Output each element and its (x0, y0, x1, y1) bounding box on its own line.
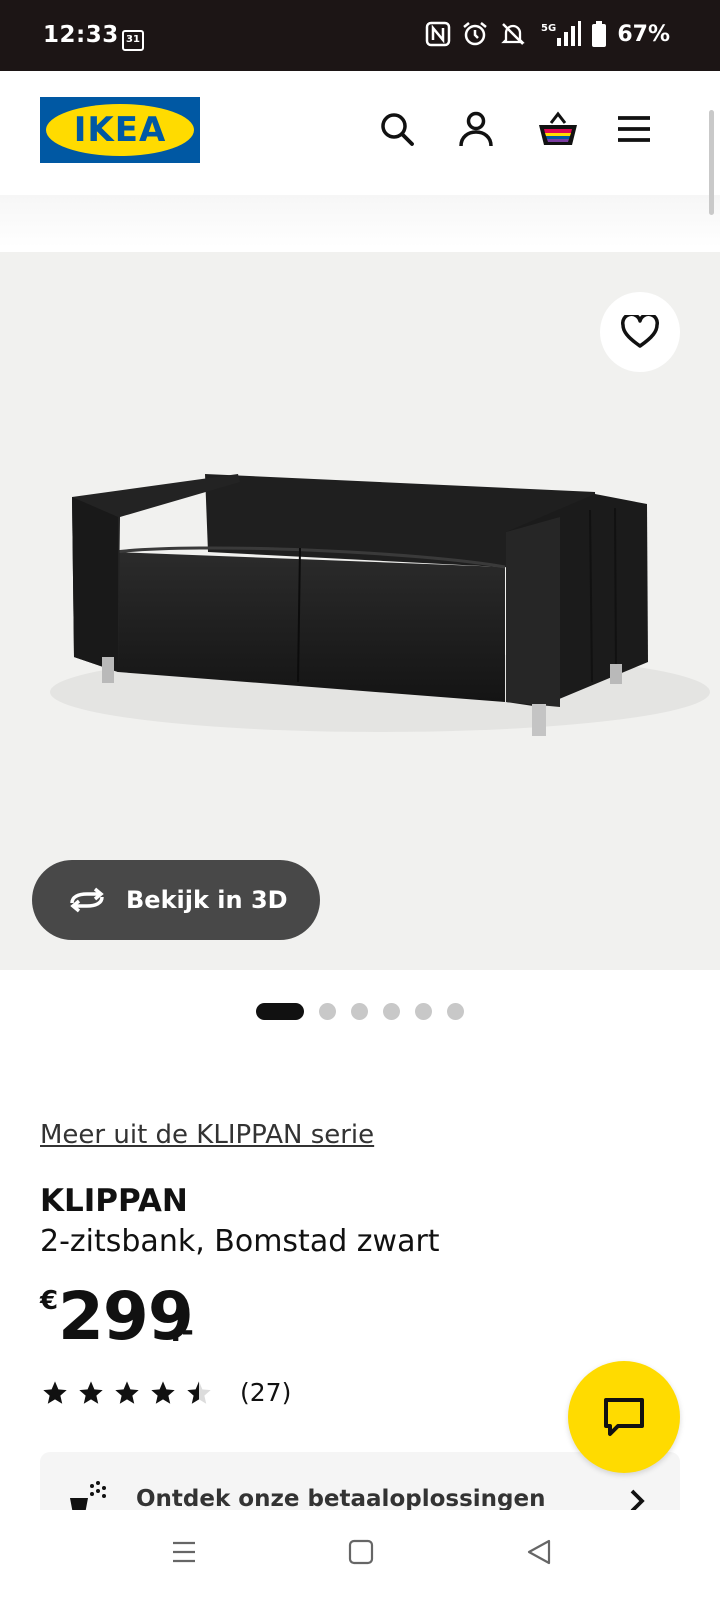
rotate-3d-icon (70, 887, 104, 913)
gallery-dot[interactable] (256, 1003, 304, 1020)
logo-text: IKEA (73, 110, 167, 150)
gallery-dot[interactable] (319, 1003, 336, 1020)
payment-banner-label: Ontdek onze betaaloplossingen (136, 1486, 546, 1512)
gallery-pagination (256, 1003, 464, 1020)
battery-icon (592, 21, 607, 47)
search-icon[interactable] (377, 109, 417, 149)
view-3d-button[interactable]: Bekijk in 3D (32, 860, 320, 940)
gallery-dot[interactable] (447, 1003, 464, 1020)
star-icon (43, 1380, 67, 1404)
rating-count: (27) (240, 1378, 292, 1407)
basket-icon[interactable] (536, 109, 580, 149)
chat-button[interactable] (568, 1361, 680, 1473)
logo-ellipse: IKEA (46, 104, 194, 156)
star-icon (79, 1380, 103, 1404)
half-star-icon (187, 1380, 211, 1404)
favorite-button[interactable] (600, 292, 680, 372)
price-suffix: .- (170, 1314, 194, 1349)
svg-text:5G: 5G (541, 23, 556, 34)
header-shadow (0, 195, 720, 247)
mute-icon (501, 23, 526, 45)
site-header: IKEA (0, 71, 720, 201)
series-link[interactable]: Meer uit de KLIPPAN serie (40, 1120, 374, 1150)
status-bar: 12:33 31 5G 67% (0, 0, 720, 71)
status-time: 12:33 (43, 22, 119, 48)
gallery-dot[interactable] (383, 1003, 400, 1020)
product-description: 2-zitsbank, Bomstad zwart (40, 1224, 440, 1259)
chat-icon (604, 1398, 644, 1436)
scrollbar[interactable] (709, 110, 714, 215)
menu-icon[interactable] (614, 109, 654, 149)
account-icon[interactable] (456, 109, 496, 149)
product-name: KLIPPAN (40, 1183, 188, 1219)
recent-apps-icon[interactable] (170, 1538, 198, 1566)
gallery-dot[interactable] (351, 1003, 368, 1020)
gallery-dot[interactable] (415, 1003, 432, 1020)
star-icon (115, 1380, 139, 1404)
home-icon[interactable] (348, 1538, 374, 1566)
calendar-icon: 31 (122, 30, 144, 51)
alarm-icon (463, 22, 488, 46)
rating[interactable]: (27) (40, 1378, 291, 1407)
5g-signal-icon: 5G (541, 21, 582, 46)
view-3d-label: Bekijk in 3D (126, 886, 288, 914)
star-icon (151, 1380, 175, 1404)
nfc-icon (426, 21, 451, 47)
ikea-logo[interactable]: IKEA (40, 97, 200, 163)
heart-icon (621, 315, 659, 348)
back-icon[interactable] (526, 1538, 552, 1566)
system-nav-bar (0, 1510, 720, 1600)
status-icons: 5G 67% (425, 20, 670, 48)
price-currency: € (40, 1286, 59, 1316)
battery-percent: 67% (617, 21, 670, 47)
